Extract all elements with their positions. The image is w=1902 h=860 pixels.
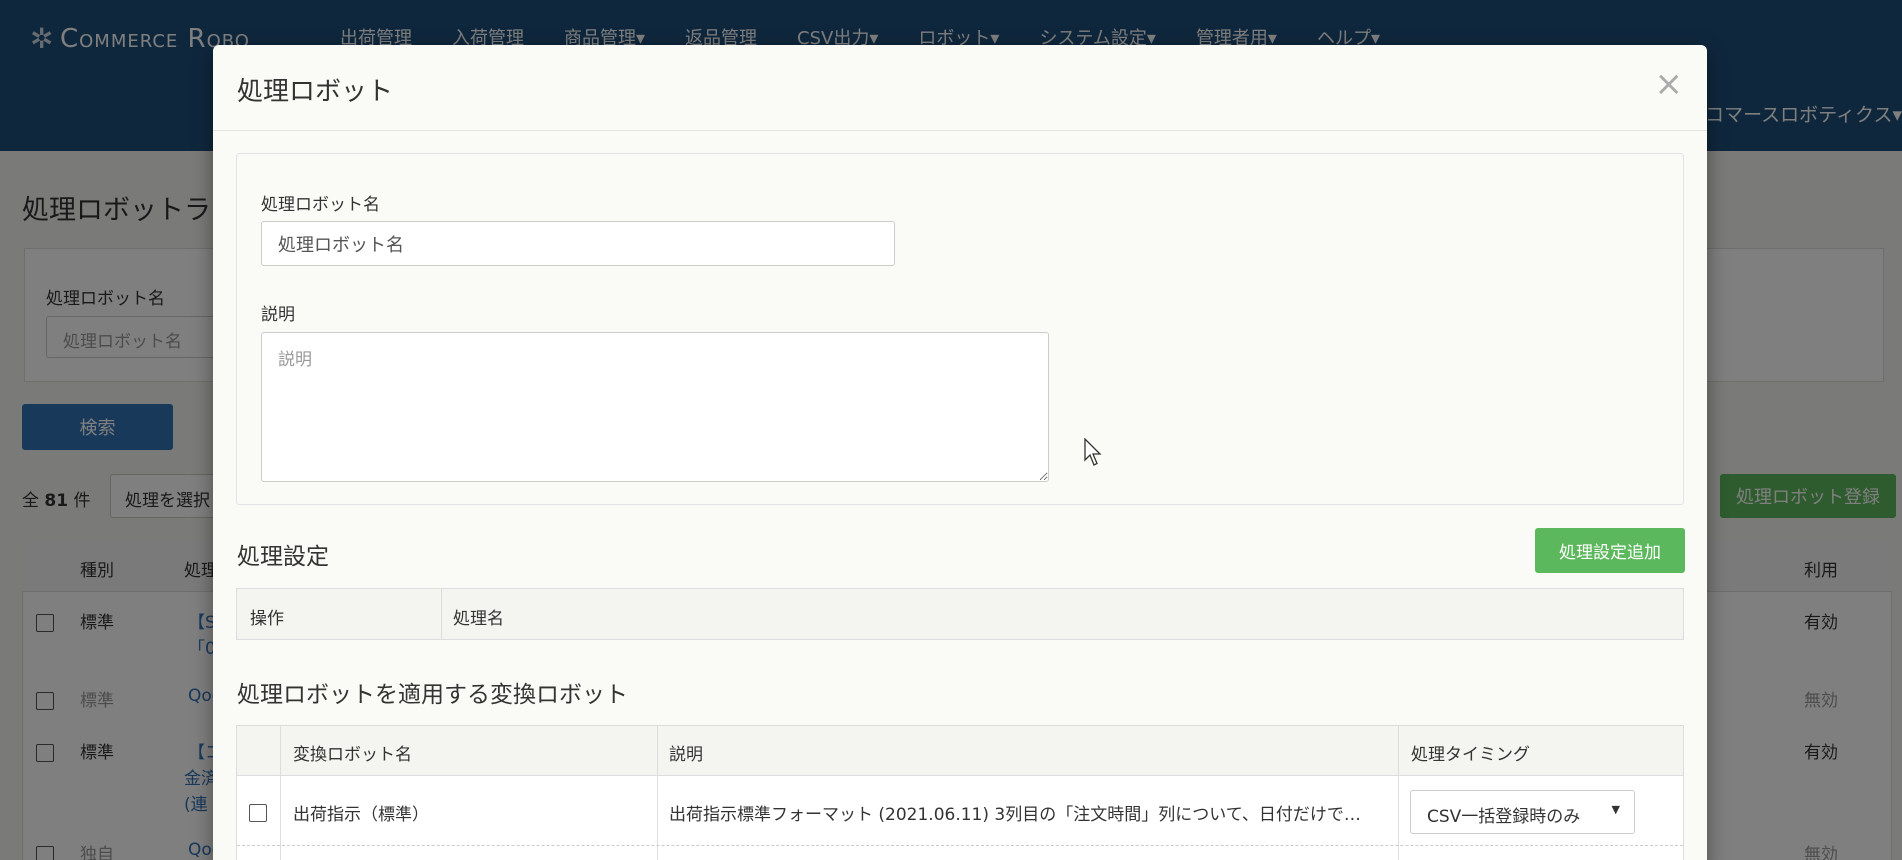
modal-header: 処理ロボット ×	[213, 45, 1707, 131]
caret-down-icon: ▼	[1611, 803, 1620, 816]
mouse-pointer-icon	[1084, 438, 1102, 466]
conversion-robot-description: 出荷指示標準フォーマット (2021.06.11) 3列目の「注文時間」列につい…	[669, 805, 1361, 825]
conversion-table-header: 変換ロボット名 説明 処理タイミング	[237, 726, 1683, 776]
robot-name-input[interactable]	[261, 221, 895, 266]
add-process-button[interactable]: 処理設定追加	[1535, 528, 1685, 573]
conversion-robots-title: 処理ロボットを適用する変換ロボット	[237, 682, 628, 708]
close-icon[interactable]: ×	[1655, 67, 1684, 101]
conversion-robot-name: 出荷指示（標準）	[293, 805, 429, 825]
th-operation: 操作	[250, 609, 284, 629]
conversion-robot-table: 変換ロボット名 説明 処理タイミング 出荷指示（標準） 出荷指示標準フォーマット…	[236, 725, 1684, 860]
column-divider	[441, 589, 442, 639]
timing-select-value: CSV一括登録時のみ	[1427, 807, 1581, 827]
description-textarea[interactable]	[261, 332, 1049, 482]
process-table: 操作 処理名	[236, 588, 1684, 640]
timing-select[interactable]: CSV一括登録時のみ ▼	[1410, 790, 1635, 834]
row-checkbox[interactable]	[249, 804, 267, 822]
robot-name-label: 処理ロボット名	[261, 195, 380, 215]
th-description: 説明	[669, 745, 703, 765]
modal-title: 処理ロボット	[237, 77, 394, 107]
robot-modal: 処理ロボット × 処理ロボット名 説明 処理設定 処理設定追加 操作 処理名 処…	[213, 45, 1707, 860]
robot-form-panel: 処理ロボット名 説明	[236, 153, 1684, 505]
th-process-name: 処理名	[453, 609, 504, 629]
description-label: 説明	[261, 305, 295, 325]
table-row: 出荷指示（標準） 出荷指示標準フォーマット (2021.06.11) 3列目の「…	[237, 776, 1683, 846]
process-settings-title: 処理設定	[237, 544, 329, 570]
th-processing-timing: 処理タイミング	[1411, 745, 1530, 765]
th-conversion-robot-name: 変換ロボット名	[293, 745, 412, 765]
